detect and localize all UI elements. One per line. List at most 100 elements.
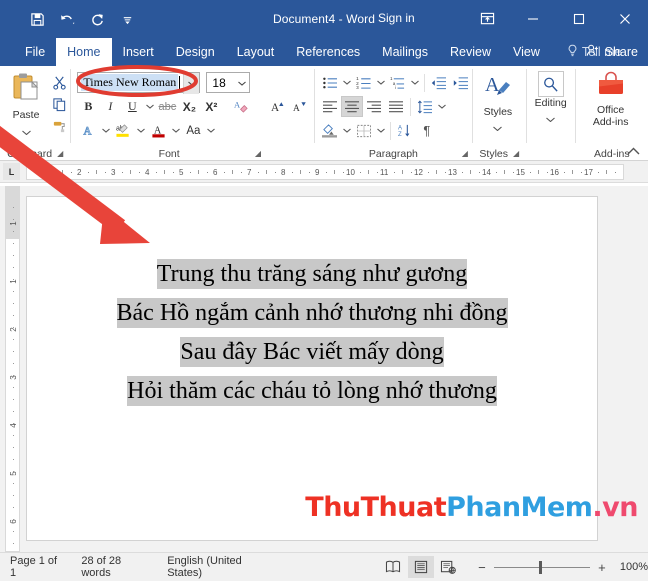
editing-button[interactable]: Editing	[527, 66, 575, 127]
italic-button[interactable]: I	[99, 96, 121, 117]
underline-button[interactable]: U	[121, 96, 143, 117]
align-center-icon[interactable]	[340, 96, 363, 117]
font-color-icon[interactable]: A	[147, 120, 169, 141]
ribbon-group-clipboard: Paste Clipboard ◢	[0, 66, 70, 161]
ruler-tick	[546, 172, 548, 173]
ruler-tick	[223, 172, 225, 173]
zoom-in-button[interactable]: +	[596, 560, 608, 575]
text-highlight-color-icon[interactable]: ab	[112, 120, 134, 141]
bullet-list-icon[interactable]	[319, 72, 341, 93]
bold-button[interactable]: B	[77, 96, 99, 117]
grow-font-button[interactable]: A	[267, 96, 289, 117]
ruler-tick	[266, 170, 267, 174]
office-addins-button[interactable]: Office Add-ins	[576, 66, 646, 128]
document-page[interactable]: Trung thu trăng sáng như gương Bác Hồ ng…	[26, 196, 598, 541]
font-dialog-launcher[interactable]: ◢	[255, 149, 261, 158]
clear-formatting-icon[interactable]: A	[230, 96, 252, 117]
shrink-font-button[interactable]: A	[289, 96, 311, 117]
paste-button[interactable]: Paste	[4, 66, 48, 140]
line-spacing-icon[interactable]	[414, 96, 436, 117]
print-layout-icon[interactable]	[407, 556, 434, 578]
text-effects-dropdown-icon[interactable]	[99, 120, 112, 141]
multilevel-list-icon[interactable]: 1ai	[387, 72, 409, 93]
close-button[interactable]	[602, 0, 648, 38]
font-size-input[interactable]: 18	[206, 72, 251, 94]
underline-dropdown-icon[interactable]	[143, 96, 156, 117]
horizontal-ruler[interactable]: 1234567891011121314151617	[26, 164, 624, 180]
strikethrough-button[interactable]: abc	[156, 96, 178, 117]
numbered-list-icon[interactable]: 123	[353, 72, 375, 93]
language-indicator[interactable]: English (United States)	[157, 555, 280, 579]
borders-icon[interactable]	[353, 120, 375, 141]
tab-insert[interactable]: Insert	[112, 38, 165, 66]
tab-design[interactable]: Design	[165, 38, 226, 66]
tab-stop-selector[interactable]: L	[3, 163, 20, 180]
zoom-slider-thumb[interactable]	[538, 560, 542, 574]
align-right-icon[interactable]	[363, 96, 385, 117]
ruler-tick	[274, 172, 276, 173]
bullets-dropdown-icon[interactable]	[341, 72, 353, 93]
highlight-dropdown-icon[interactable]	[134, 120, 147, 141]
superscript-button[interactable]: X²	[200, 96, 222, 117]
font-name-dropdown-icon[interactable]	[183, 73, 200, 94]
shading-icon[interactable]	[319, 120, 341, 141]
tab-review[interactable]: Review	[439, 38, 502, 66]
clipboard-dialog-launcher[interactable]: ◢	[57, 149, 63, 158]
web-layout-icon[interactable]	[436, 556, 462, 578]
zoom-out-button[interactable]: −	[476, 560, 488, 575]
font-size-dropdown-icon[interactable]	[238, 73, 247, 94]
redo-icon[interactable]	[82, 6, 112, 32]
vertical-ruler[interactable]: 11234567	[5, 186, 20, 552]
save-icon[interactable]	[22, 6, 52, 32]
tab-home[interactable]: Home	[56, 38, 112, 66]
share-button[interactable]: Share	[586, 38, 638, 66]
decrease-indent-icon[interactable]	[428, 72, 450, 93]
minimize-button[interactable]	[510, 0, 556, 38]
page-indicator[interactable]: Page 1 of 1	[0, 555, 71, 579]
maximize-button[interactable]	[556, 0, 602, 38]
line-spacing-dropdown-icon[interactable]	[436, 96, 448, 117]
styles-button[interactable]: A Styles	[473, 66, 523, 136]
tab-view[interactable]: View	[502, 38, 551, 66]
undo-icon[interactable]	[52, 6, 82, 32]
font-color-dropdown-icon[interactable]	[169, 120, 182, 141]
ruler-tick	[436, 170, 437, 174]
paragraph-dialog-launcher[interactable]: ◢	[462, 149, 468, 158]
cut-scissors-icon[interactable]	[49, 72, 70, 92]
align-left-icon[interactable]	[319, 96, 341, 117]
tab-file[interactable]: File	[14, 38, 56, 66]
ruler-mark: 8	[281, 168, 286, 177]
word-count[interactable]: 28 of 28 words	[71, 555, 157, 579]
ribbon-display-options-icon[interactable]	[467, 0, 507, 38]
styles-dialog-launcher[interactable]: ◢	[513, 149, 519, 158]
shading-dropdown-icon[interactable]	[341, 120, 353, 141]
show-formatting-marks-button[interactable]: ¶	[416, 120, 438, 141]
paste-dropdown-icon[interactable]	[21, 122, 31, 140]
sign-in-button[interactable]: Sign in	[378, 11, 415, 25]
read-mode-icon[interactable]	[380, 556, 406, 578]
document-text[interactable]: Trung thu trăng sáng như gương Bác Hồ ng…	[27, 255, 597, 411]
font-name-input[interactable]: Times New Roman	[77, 72, 201, 94]
align-justify-icon[interactable]	[385, 96, 407, 117]
tab-references[interactable]: References	[285, 38, 371, 66]
customize-quick-access-icon[interactable]	[112, 6, 142, 32]
subscript-button[interactable]: X₂	[178, 96, 200, 117]
copy-icon[interactable]	[49, 94, 70, 114]
sort-az-icon[interactable]: AZ	[394, 120, 416, 141]
styles-dropdown-icon[interactable]	[493, 118, 503, 136]
numbering-dropdown-icon[interactable]	[375, 72, 387, 93]
multilevel-dropdown-icon[interactable]	[409, 72, 421, 93]
tab-mailings[interactable]: Mailings	[371, 38, 439, 66]
zoom-slider-track[interactable]	[493, 560, 590, 574]
format-painter-icon[interactable]	[49, 116, 70, 136]
borders-dropdown-icon[interactable]	[375, 120, 387, 141]
increase-indent-icon[interactable]	[450, 72, 472, 93]
ribbon-tab-strip: File Home Insert Design Layout Reference…	[0, 38, 648, 66]
collapse-ribbon-icon[interactable]	[627, 147, 640, 159]
change-case-button[interactable]: Aa	[182, 120, 204, 141]
text-effects-icon[interactable]: A	[77, 120, 99, 141]
editing-dropdown-icon[interactable]	[546, 109, 556, 127]
zoom-percentage[interactable]: 100%	[620, 561, 648, 573]
tab-layout[interactable]: Layout	[226, 38, 286, 66]
change-case-dropdown-icon[interactable]	[204, 120, 217, 141]
